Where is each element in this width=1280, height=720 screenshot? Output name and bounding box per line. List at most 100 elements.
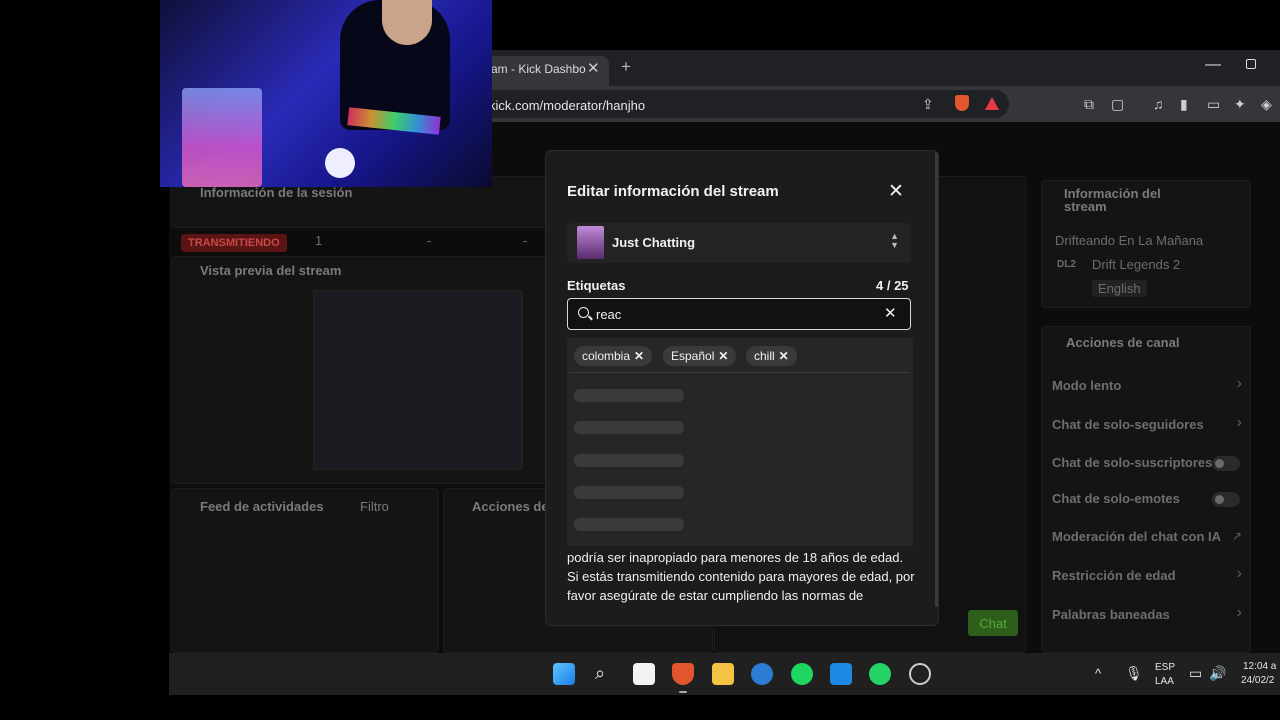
stream-info-panel: Información del stream Drifteando En La M… xyxy=(1041,180,1251,308)
network-icon[interactable]: ▭ xyxy=(1189,665,1202,682)
file-explorer-icon[interactable] xyxy=(712,663,734,685)
search-icon[interactable]: ⌕ xyxy=(595,663,605,684)
stat-dash-2: - xyxy=(523,233,528,248)
whatsapp-icon[interactable] xyxy=(869,663,891,685)
toggle-switch[interactable] xyxy=(1212,492,1240,507)
stream-info-title-line2: stream xyxy=(1064,199,1107,214)
tag-search-field[interactable]: ✕ xyxy=(567,298,911,330)
extensions-icon[interactable]: ⧉ xyxy=(1084,96,1094,113)
external-link-icon: ↗ xyxy=(1231,529,1242,543)
tab-search-icon[interactable]: ▢ xyxy=(1111,96,1124,113)
leo-icon[interactable]: ✦ xyxy=(1234,96,1246,113)
language-bottom[interactable]: LAA xyxy=(1155,676,1174,687)
brave-rewards-icon[interactable] xyxy=(985,97,999,110)
restore-icon[interactable] xyxy=(1246,59,1256,69)
modal-title: Editar información del stream xyxy=(567,183,779,200)
game-abbr: DL2 xyxy=(1057,259,1076,270)
game-name: Drift Legends 2 xyxy=(1092,257,1181,272)
tag-search-input[interactable] xyxy=(596,305,876,323)
session-title: Información de la sesión xyxy=(200,185,353,200)
minimize-icon[interactable]: — xyxy=(1205,56,1221,74)
action-label: Restricción de edad xyxy=(1052,568,1176,583)
loading-skeleton xyxy=(574,518,684,531)
remove-tag-icon[interactable]: ✕ xyxy=(634,349,644,363)
store-icon[interactable] xyxy=(633,663,655,685)
toggle-switch[interactable] xyxy=(1212,456,1240,471)
action-label: Chat de solo-suscriptores xyxy=(1052,455,1213,470)
clock-time[interactable]: 12:04 a xyxy=(1243,661,1276,672)
webcam-overlay xyxy=(160,0,492,187)
tab-close-icon[interactable]: ✕ xyxy=(587,59,600,77)
chevron-right-icon: › xyxy=(1236,565,1242,582)
clock-date[interactable]: 24/02/2 xyxy=(1241,675,1274,686)
action-ai-moderation[interactable]: Moderación del chat con IA ↗ xyxy=(1042,518,1250,556)
close-icon[interactable]: ✕ xyxy=(888,180,904,203)
taskbar: ⌕ ^ 🎙 ESP LAA ▭ 🔊 12:04 a 24/02/2 xyxy=(169,653,1280,695)
tags-label: Etiquetas xyxy=(567,278,626,293)
loading-skeleton xyxy=(574,421,684,434)
spotify-icon[interactable] xyxy=(791,663,813,685)
edit-stream-modal: Editar información del stream ✕ Just Cha… xyxy=(545,150,939,626)
media-icon[interactable]: ♫ xyxy=(1153,96,1164,112)
wallet-icon[interactable]: ▭ xyxy=(1207,96,1220,113)
category-thumbnail xyxy=(577,226,604,259)
tab-title: am - Kick Dashbo xyxy=(491,62,586,76)
chat-send-button[interactable]: Chat xyxy=(968,610,1018,636)
action-emotes-only[interactable]: Chat de solo-emotes xyxy=(1042,480,1250,518)
category-select[interactable]: Just Chatting ▲ ▼ xyxy=(567,223,911,263)
tag-dropdown: colombia ✕ Español ✕ chill ✕ xyxy=(567,338,913,546)
loading-skeleton xyxy=(574,454,684,467)
obs-icon[interactable] xyxy=(909,663,931,685)
action-subscribers-only[interactable]: Chat de solo-suscriptores xyxy=(1042,444,1250,482)
windows-start-icon[interactable] xyxy=(553,663,575,685)
webcam-pc-case xyxy=(182,88,262,187)
tag-chip-chill: chill ✕ xyxy=(746,346,797,366)
feed-panel: Feed de actividades Filtro xyxy=(171,488,439,653)
vpn-icon[interactable]: ◈ xyxy=(1261,96,1272,113)
modal-scrollbar[interactable] xyxy=(935,151,938,607)
filter-button[interactable]: Filtro xyxy=(360,499,389,514)
url-text: kick.com/moderator/hanjho xyxy=(489,98,646,113)
sidebar-icon[interactable]: ▮ xyxy=(1180,96,1188,113)
stream-preview-image xyxy=(313,290,523,470)
tags-count: 4 / 25 xyxy=(876,278,909,293)
viewer-count: 1 xyxy=(315,233,323,248)
chevron-right-icon: › xyxy=(1236,414,1242,431)
chip-label: chill xyxy=(754,349,775,363)
microphone-icon[interactable]: 🎙 xyxy=(1125,665,1143,682)
new-tab-icon[interactable]: + xyxy=(621,57,631,77)
action-followers-only[interactable]: Chat de solo-seguidores › xyxy=(1042,406,1250,444)
select-arrows-icon: ▲ ▼ xyxy=(890,231,899,250)
action-label: Moderación del chat con IA xyxy=(1052,529,1222,544)
share-icon[interactable]: ⇪ xyxy=(922,96,934,113)
stream-info-title: Información del stream xyxy=(1064,187,1161,213)
stat-dash-1: - xyxy=(427,233,432,248)
tag-chip-colombia: colombia ✕ xyxy=(574,346,653,366)
remove-tag-icon[interactable]: ✕ xyxy=(779,349,789,363)
stream-name: Drifteando En La Mañana xyxy=(1055,233,1204,248)
actions-title: Acciones de xyxy=(472,499,549,514)
chevron-up-icon[interactable]: ^ xyxy=(1095,666,1101,681)
remove-tag-icon[interactable]: ✕ xyxy=(718,349,728,363)
language-top[interactable]: ESP xyxy=(1155,662,1175,673)
age-warning-text: podría ser inapropiado para menores de 1… xyxy=(567,550,915,603)
mail-icon[interactable] xyxy=(751,663,773,685)
action-slow-mode[interactable]: Modo lento › xyxy=(1042,367,1250,405)
action-label: Chat de solo-emotes xyxy=(1052,491,1180,506)
volume-icon[interactable]: 🔊 xyxy=(1209,665,1226,682)
action-age-restriction[interactable]: Restricción de edad › xyxy=(1042,557,1250,595)
channel-actions-panel: Acciones de canal Modo lento › Chat de so… xyxy=(1041,326,1251,653)
search-icon xyxy=(578,307,589,318)
app-icon[interactable] xyxy=(830,663,852,685)
brave-icon[interactable] xyxy=(672,663,694,685)
action-banned-words[interactable]: Palabras baneadas › xyxy=(1042,596,1250,634)
clear-search-icon[interactable]: ✕ xyxy=(884,304,897,322)
channel-actions-title: Acciones de canal xyxy=(1066,335,1180,350)
brave-shield-icon[interactable] xyxy=(955,95,969,111)
webcam-cup xyxy=(325,148,355,178)
action-label: Modo lento xyxy=(1052,378,1122,393)
feed-title: Feed de actividades xyxy=(200,499,324,514)
chip-label: Español xyxy=(671,349,715,363)
tag-chip-espanol: Español ✕ xyxy=(663,346,737,366)
action-label: Palabras baneadas xyxy=(1052,607,1170,622)
